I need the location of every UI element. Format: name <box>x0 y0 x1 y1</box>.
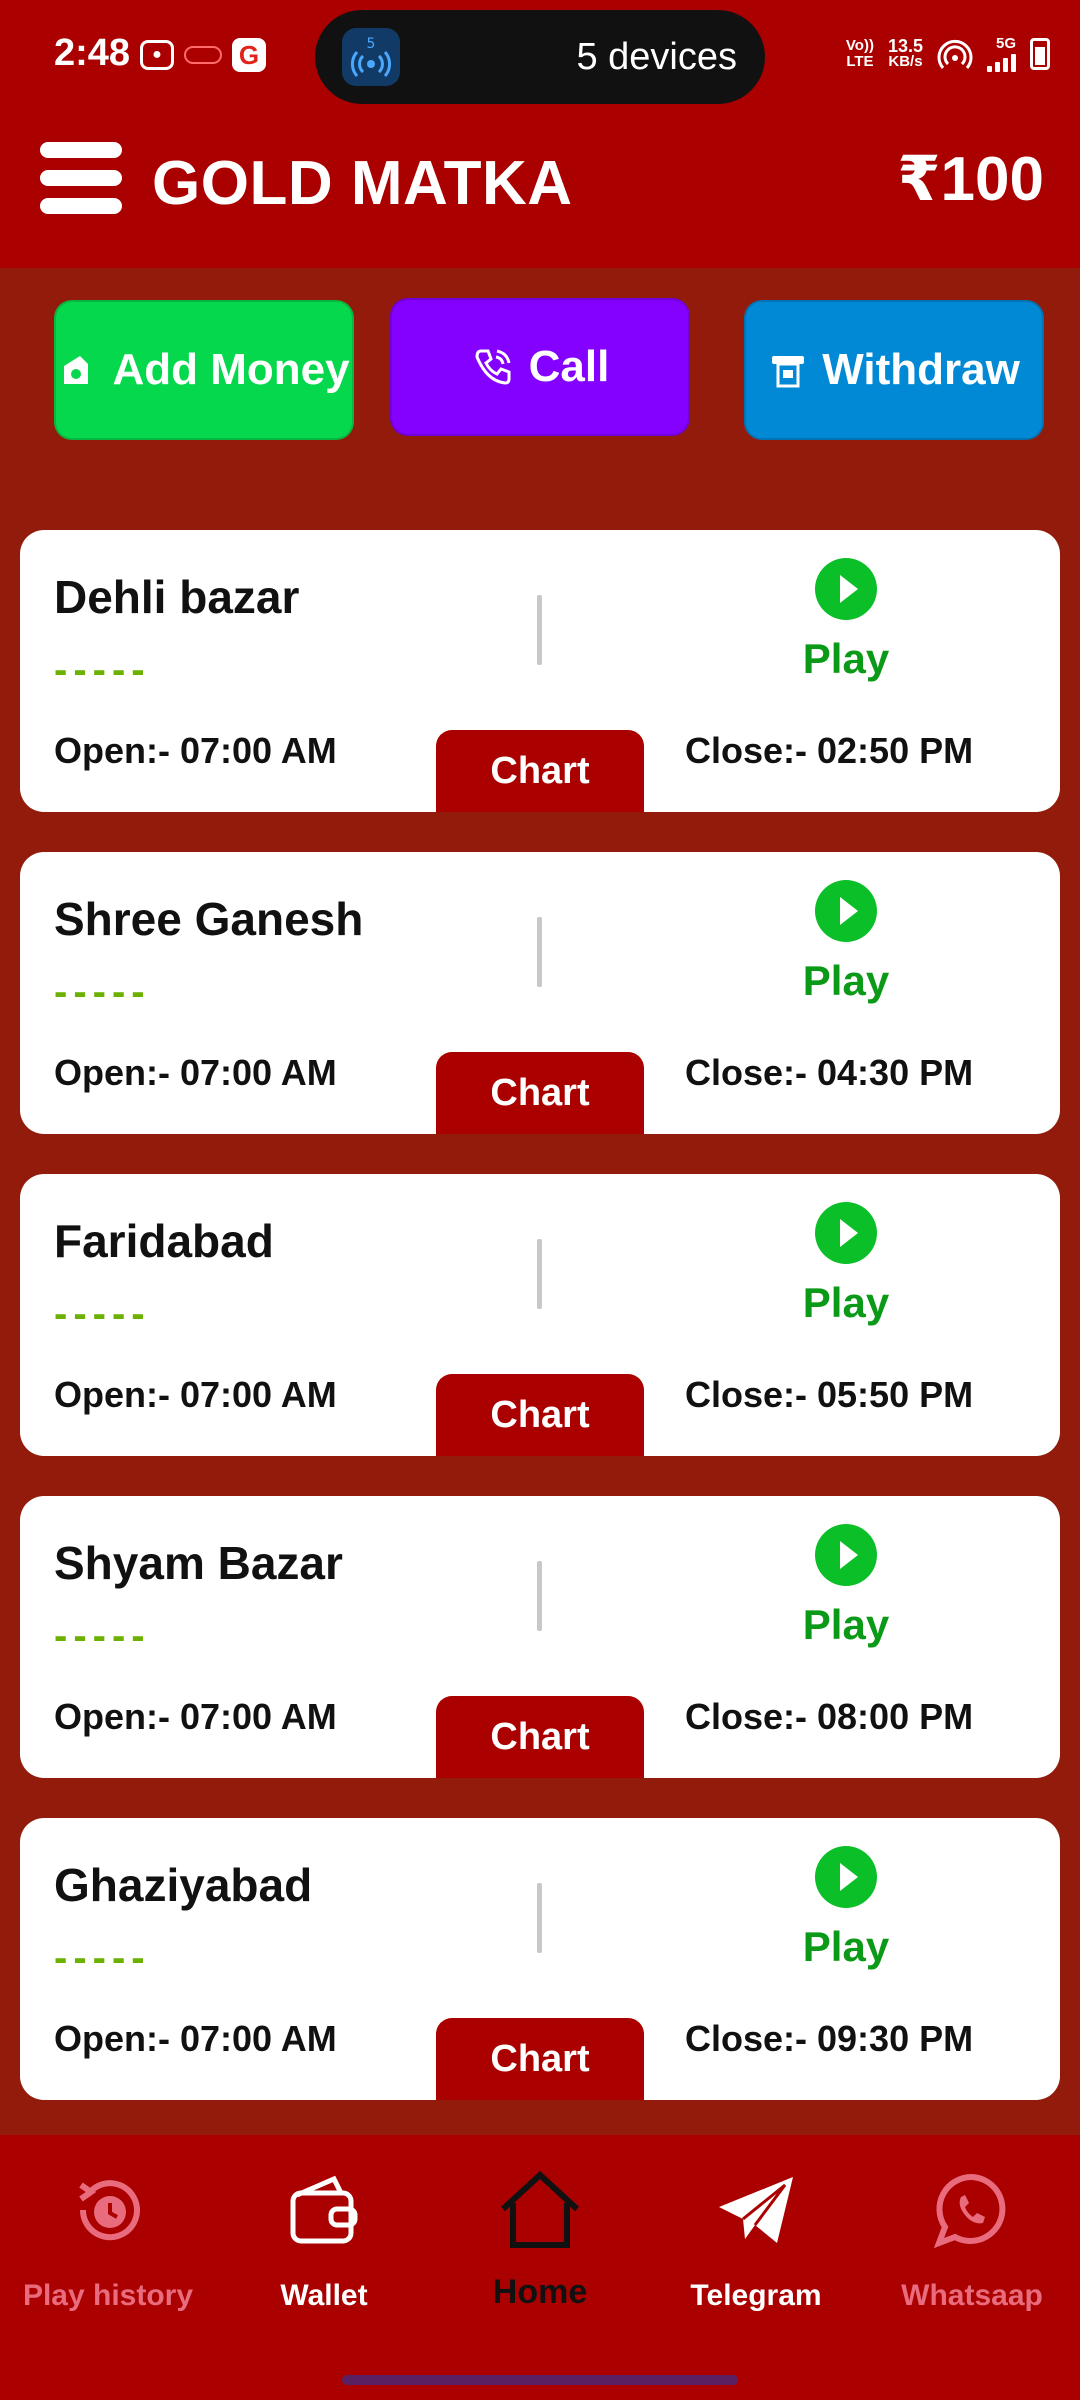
svg-text:5: 5 <box>367 36 376 52</box>
nav-wallet[interactable]: Wallet <box>216 2165 432 2313</box>
market-name: Shree Ganesh <box>54 893 364 945</box>
telegram-icon <box>719 2177 793 2243</box>
chart-button[interactable]: Chart <box>436 730 644 812</box>
nav-label: Play history <box>22 2279 194 2312</box>
wallet-balance: ₹100 <box>897 145 1044 214</box>
battery-icon <box>1030 38 1050 70</box>
money-icon <box>64 356 89 384</box>
5g-label: 5G <box>995 35 1016 52</box>
status-time: 2:48 <box>54 32 131 74</box>
status-notification-icons: ● G <box>140 38 266 72</box>
open-time: Open:- 07:00 AM <box>54 730 337 771</box>
divider <box>537 1239 542 1309</box>
call-label: Call <box>528 342 610 391</box>
nav-label: Whatsaap <box>901 2279 1043 2312</box>
signal-icon <box>987 52 1016 72</box>
play-icon[interactable] <box>815 558 877 620</box>
withdraw-button[interactable]: Withdraw <box>744 300 1044 440</box>
open-time: Open:- 07:00 AM <box>54 1374 337 1415</box>
history-icon <box>79 2180 140 2241</box>
market-result: ----- <box>54 1292 151 1336</box>
screen-record-icon: ● <box>140 40 174 70</box>
play-icon[interactable] <box>815 1524 877 1586</box>
call-button[interactable]: Call <box>390 298 690 436</box>
home-indicator[interactable] <box>342 2375 738 2385</box>
market-card: Dehli bazar ----- Play Open:- 07:00 AM C… <box>20 530 1060 812</box>
market-result: ----- <box>54 1936 151 1980</box>
market-card: Shyam Bazar ----- Play Open:- 07:00 AM C… <box>20 1496 1060 1778</box>
play-icon[interactable] <box>815 1846 877 1908</box>
market-card: Shree Ganesh ----- Play Open:- 07:00 AM … <box>20 852 1060 1134</box>
play-icon[interactable] <box>815 880 877 942</box>
nav-label: Telegram <box>690 2279 822 2312</box>
nav-telegram[interactable]: Telegram <box>648 2165 864 2313</box>
play-button[interactable]: Play <box>780 1601 912 1649</box>
play-button[interactable]: Play <box>780 635 912 683</box>
hotspot-icon: 5 <box>342 28 400 86</box>
devices-count: 5 devices <box>576 36 737 78</box>
play-button[interactable]: Play <box>780 1923 912 1971</box>
market-name: Shyam Bazar <box>54 1537 343 1589</box>
divider <box>537 917 542 987</box>
add-money-button[interactable]: Add Money <box>54 300 354 440</box>
nav-play-history[interactable]: Play history <box>0 2165 216 2313</box>
status-system-icons: Vo)) LTE 13.5 KB/s 5G <box>846 36 1050 72</box>
play-button[interactable]: Play <box>780 957 912 1005</box>
divider <box>537 595 542 665</box>
chart-button[interactable]: Chart <box>436 1696 644 1778</box>
market-result: ----- <box>54 1614 151 1658</box>
market-name: Ghaziyabad <box>54 1859 313 1911</box>
wallet-icon <box>290 2175 358 2244</box>
add-money-label: Add Money <box>112 345 350 394</box>
market-result: ----- <box>54 970 151 1014</box>
phone-icon <box>475 349 511 385</box>
chart-button[interactable]: Chart <box>436 1052 644 1134</box>
nav-home[interactable]: Home <box>432 2165 648 2312</box>
atm-icon <box>772 356 805 388</box>
network-speed: 13.5 KB/s <box>887 36 923 70</box>
market-result: ----- <box>54 648 151 692</box>
market-name: Faridabad <box>54 1215 274 1267</box>
play-icon[interactable] <box>815 1202 877 1264</box>
chart-button[interactable]: Chart <box>436 2018 644 2100</box>
volte-indicator: Vo)) LTE <box>845 37 874 70</box>
open-time: Open:- 07:00 AM <box>54 2018 337 2059</box>
close-time: Close:- 09:30 PM <box>685 2018 974 2059</box>
close-time: Close:- 04:30 PM <box>685 1052 974 1093</box>
status-bar: 2:48 ● G 5 5 devices Vo)) LTE 13.5 KB/s <box>0 0 1080 120</box>
g-app-icon: G <box>232 38 266 72</box>
market-card: Faridabad ----- Play Open:- 07:00 AM Cha… <box>20 1174 1060 1456</box>
app-bar: GOLD MATKA ₹100 <box>0 120 1080 268</box>
app-notification-icon <box>184 46 222 64</box>
withdraw-label: Withdraw <box>822 345 1020 394</box>
divider <box>537 1561 542 1631</box>
action-buttons: Add Money Call Withdraw <box>0 298 1080 440</box>
open-time: Open:- 07:00 AM <box>54 1052 337 1093</box>
close-time: Close:- 05:50 PM <box>685 1374 974 1415</box>
play-button[interactable]: Play <box>780 1279 912 1327</box>
app-title: GOLD MATKA <box>152 149 573 218</box>
close-time: Close:- 02:50 PM <box>685 730 974 771</box>
open-time: Open:- 07:00 AM <box>54 1696 337 1737</box>
chart-button[interactable]: Chart <box>436 1374 644 1456</box>
market-card: Ghaziyabad ----- Play Open:- 07:00 AM Ch… <box>20 1818 1060 2100</box>
menu-icon[interactable] <box>40 142 122 214</box>
nav-whatsapp[interactable]: Whatsaap <box>864 2165 1080 2313</box>
nav-label: Home <box>492 2273 588 2311</box>
divider <box>537 1883 542 1953</box>
hotspot-status-icon <box>937 39 973 69</box>
devices-pill[interactable]: 5 5 devices <box>315 10 765 104</box>
bottom-nav: Play history Wallet Home Telegram Whatsa… <box>0 2135 1080 2400</box>
market-name: Dehli bazar <box>54 571 300 623</box>
home-icon <box>500 2170 580 2248</box>
whatsapp-icon <box>933 2173 1006 2249</box>
nav-label: Wallet <box>280 2279 368 2312</box>
close-time: Close:- 08:00 PM <box>685 1696 974 1737</box>
